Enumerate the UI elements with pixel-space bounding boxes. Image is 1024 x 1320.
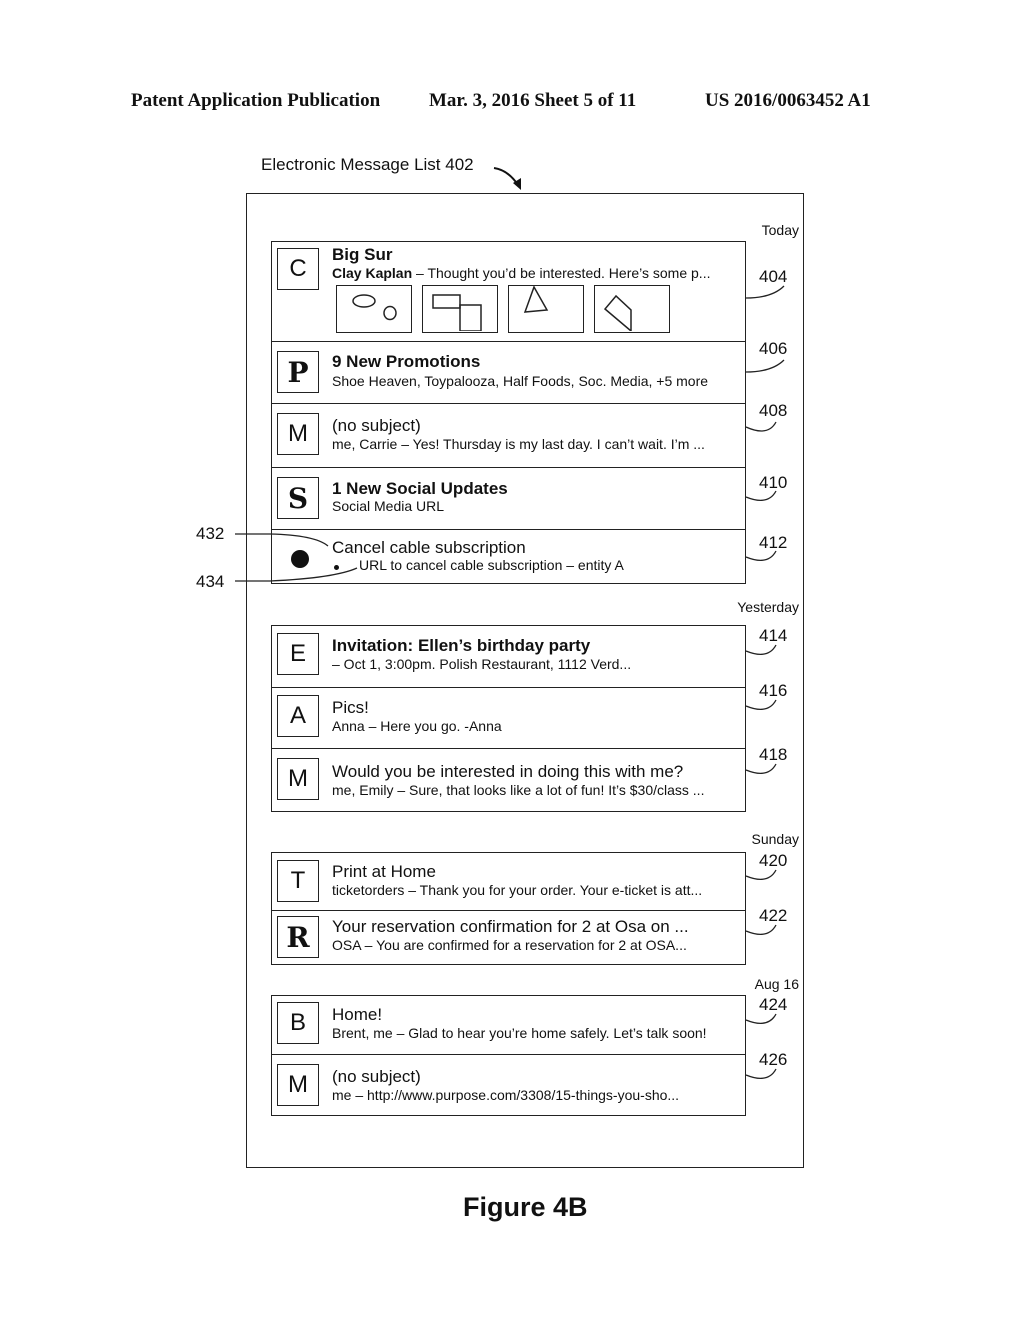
message-subject: Would you be interested in doing this wi… bbox=[332, 762, 684, 781]
message-preview: ticketorders – Thank you for your order.… bbox=[332, 882, 703, 898]
message-item-416[interactable]: A Pics! Anna – Here you go. -Anna bbox=[272, 688, 745, 749]
ref-label-408: 408 bbox=[759, 401, 788, 420]
thumbnail-pentagon[interactable] bbox=[594, 285, 670, 333]
message-subject: Big Sur bbox=[332, 245, 393, 264]
ref-label-410: 410 bbox=[759, 473, 788, 492]
ref-label-406: 406 bbox=[759, 339, 788, 358]
message-item-422[interactable]: R Your reservation confirmation for 2 at… bbox=[272, 911, 745, 964]
avatar: A bbox=[277, 695, 319, 737]
avatar: M bbox=[277, 1064, 319, 1106]
message-group-sunday: T Print at Home ticketorders – Thank you… bbox=[271, 852, 746, 965]
action-link-url[interactable]: URL to cancel cable subscription – entit… bbox=[359, 557, 624, 573]
avatar: T bbox=[277, 860, 319, 902]
message-preview: me, Emily – Sure, that looks like a lot … bbox=[332, 782, 705, 798]
thumbnail-ellipse-circle[interactable] bbox=[336, 285, 412, 333]
message-group-aug16: B Home! Brent, me – Glad to hear you’re … bbox=[271, 995, 746, 1116]
ref-label-424: 424 bbox=[759, 995, 788, 1014]
message-subject: Invitation: Ellen’s birthday party bbox=[332, 636, 591, 655]
ref-label-426: 426 bbox=[759, 1050, 788, 1069]
message-item-420[interactable]: T Print at Home ticketorders – Thank you… bbox=[272, 853, 745, 911]
message-subject: Home! bbox=[332, 1005, 383, 1024]
callout-label-434: 434 bbox=[196, 572, 225, 591]
list-title-arrow bbox=[493, 167, 519, 186]
message-sender: Clay Kaplan bbox=[332, 265, 413, 281]
message-item-414[interactable]: E Invitation: Ellen’s birthday party – O… bbox=[272, 626, 745, 688]
message-subject: Your reservation confirmation for 2 at O… bbox=[332, 917, 689, 936]
date-label-sunday: Sunday bbox=[751, 831, 799, 847]
thumbnail-triangle[interactable] bbox=[508, 285, 584, 333]
message-subject: (no subject) bbox=[332, 1067, 421, 1086]
callout-label-432: 432 bbox=[196, 524, 225, 543]
message-subject: 9 New Promotions bbox=[332, 352, 481, 371]
reservation-icon: R bbox=[277, 916, 319, 958]
triangle-icon bbox=[523, 285, 549, 313]
ref-label-420: 420 bbox=[759, 851, 788, 870]
message-preview: OSA – You are confirmed for a reservatio… bbox=[332, 937, 687, 953]
message-preview: – Oct 1, 3:00pm. Polish Restaurant, 1112… bbox=[332, 656, 632, 672]
arrowhead-icon bbox=[513, 178, 521, 190]
avatar: M bbox=[277, 413, 319, 455]
avatar: C bbox=[277, 248, 319, 290]
date-label-aug16: Aug 16 bbox=[754, 976, 799, 992]
ref-label-416: 416 bbox=[759, 681, 788, 700]
message-item-418[interactable]: M Would you be interested in doing this … bbox=[272, 749, 745, 811]
date-sheet-label: Mar. 3, 2016 Sheet 5 of 11 bbox=[429, 90, 637, 111]
message-item-410[interactable]: S 1 New Social Updates Social Media URL bbox=[272, 468, 745, 530]
avatar: E bbox=[277, 633, 319, 675]
list-title: Electronic Message List 402 bbox=[261, 155, 474, 174]
avatar: M bbox=[277, 758, 319, 800]
date-label-yesterday: Yesterday bbox=[737, 599, 799, 615]
message-group-today: C Big Sur Clay Kaplan – Thought you’d be… bbox=[271, 241, 746, 584]
message-preview: Anna – Here you go. -Anna bbox=[332, 718, 502, 734]
ellipse-circle-icon bbox=[352, 294, 397, 321]
date-label-today: Today bbox=[761, 222, 799, 238]
message-item-426[interactable]: M (no subject) me – http://www.purpose.c… bbox=[272, 1055, 745, 1115]
ref-label-412: 412 bbox=[759, 533, 788, 552]
avatar: B bbox=[277, 1002, 319, 1044]
ref-label-418: 418 bbox=[759, 745, 788, 764]
bullet-icon bbox=[291, 550, 309, 568]
small-bullet-icon bbox=[334, 565, 339, 570]
message-preview: me, Carrie – Yes! Thursday is my last da… bbox=[332, 436, 705, 452]
message-item-404[interactable]: C Big Sur Clay Kaplan – Thought you’d be… bbox=[272, 242, 745, 342]
social-icon: S bbox=[277, 477, 319, 519]
message-subject: Cancel cable subscription bbox=[332, 538, 526, 557]
ref-label-404: 404 bbox=[759, 267, 788, 286]
publication-label: Patent Application Publication bbox=[131, 90, 381, 111]
message-subject: Print at Home bbox=[332, 862, 436, 881]
message-preview: Clay Kaplan – Thought you’d be intereste… bbox=[332, 265, 711, 281]
message-item-412[interactable]: Cancel cable subscription URL to cancel … bbox=[272, 530, 745, 583]
message-group-yesterday: E Invitation: Ellen’s birthday party – O… bbox=[271, 625, 746, 812]
ref-label-414: 414 bbox=[759, 626, 788, 645]
message-preview: Brent, me – Glad to hear you’re home saf… bbox=[332, 1025, 707, 1041]
figure-label: Figure 4B bbox=[463, 1192, 588, 1222]
ref-label-422: 422 bbox=[759, 906, 788, 925]
message-subject: Pics! bbox=[332, 698, 369, 717]
pentagon-icon bbox=[603, 294, 632, 333]
attachment-thumbnails bbox=[336, 285, 670, 333]
promotions-icon: P bbox=[277, 351, 319, 393]
message-item-408[interactable]: M (no subject) me, Carrie – Yes! Thursda… bbox=[272, 404, 745, 468]
rectangles-icon bbox=[432, 294, 482, 332]
thumbnail-rectangles[interactable] bbox=[422, 285, 498, 333]
message-preview: me – http://www.purpose.com/3308/15-thin… bbox=[332, 1087, 680, 1103]
patent-number: US 2016/0063452 A1 bbox=[705, 90, 871, 111]
message-subject: 1 New Social Updates bbox=[332, 479, 508, 498]
message-preview: Shoe Heaven, Toypalooza, Half Foods, Soc… bbox=[332, 373, 709, 389]
message-preview: Social Media URL bbox=[332, 498, 445, 514]
message-subject: (no subject) bbox=[332, 416, 421, 435]
message-item-424[interactable]: B Home! Brent, me – Glad to hear you’re … bbox=[272, 996, 745, 1055]
message-item-406[interactable]: P 9 New Promotions Shoe Heaven, Toypaloo… bbox=[272, 342, 745, 404]
